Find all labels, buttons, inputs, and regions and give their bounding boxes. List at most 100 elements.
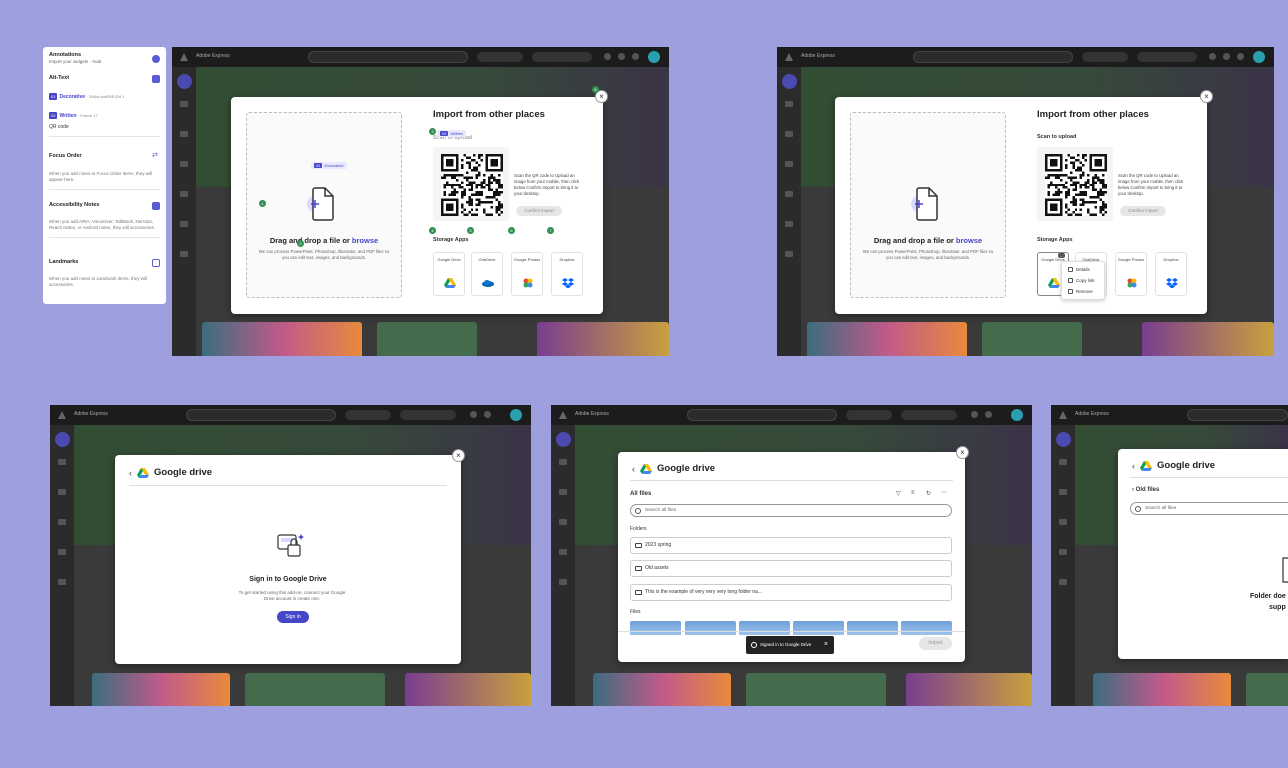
brands-icon[interactable]: [559, 519, 567, 525]
discover-icon[interactable]: [180, 251, 188, 257]
template-card[interactable]: [405, 673, 531, 706]
notes-icon[interactable]: [152, 202, 160, 210]
template-card[interactable]: [377, 322, 477, 356]
template-card[interactable]: [906, 673, 1032, 706]
search-input[interactable]: [687, 409, 837, 421]
template-card[interactable]: [537, 322, 669, 356]
learn-icon[interactable]: [58, 579, 66, 585]
top-button[interactable]: [477, 52, 523, 62]
template-card[interactable]: [1142, 322, 1274, 356]
back-icon[interactable]: ‹: [632, 464, 635, 474]
file-thumbnail[interactable]: [901, 621, 952, 635]
image-icon[interactable]: [152, 75, 160, 83]
back-icon[interactable]: ‹: [1132, 461, 1135, 471]
top-button[interactable]: [1137, 52, 1197, 62]
google-photos-tile[interactable]: Google Photos: [511, 252, 543, 296]
templates-icon[interactable]: [1059, 549, 1067, 555]
template-card[interactable]: [202, 322, 362, 356]
create-button[interactable]: [556, 432, 571, 447]
top-button[interactable]: [345, 410, 391, 420]
dropbox-tile[interactable]: Dropbox: [1155, 252, 1187, 296]
projects-icon[interactable]: [559, 489, 567, 495]
menu-item-details[interactable]: Details: [1062, 264, 1104, 275]
templates-icon[interactable]: [785, 191, 793, 197]
home-icon[interactable]: [58, 459, 66, 465]
avatar[interactable]: [510, 409, 522, 421]
file-thumbnail[interactable]: [630, 621, 681, 635]
learn-icon[interactable]: [785, 221, 793, 227]
brands-icon[interactable]: [180, 161, 188, 167]
templates-icon[interactable]: [559, 549, 567, 555]
top-button[interactable]: [901, 410, 957, 420]
template-card[interactable]: [593, 673, 731, 706]
back-icon[interactable]: ‹: [129, 468, 132, 478]
toast-close-icon[interactable]: ×: [824, 636, 828, 654]
bell-icon[interactable]: [1237, 53, 1244, 60]
home-icon[interactable]: [180, 101, 188, 107]
search-input[interactable]: [308, 51, 468, 63]
create-button[interactable]: [55, 432, 70, 447]
bell-icon[interactable]: [985, 411, 992, 418]
close-button[interactable]: ×: [452, 449, 465, 462]
create-button[interactable]: [1056, 432, 1071, 447]
confirm-import-button[interactable]: Confirm import: [516, 206, 562, 216]
template-card[interactable]: [807, 322, 967, 356]
home-icon[interactable]: [785, 101, 793, 107]
filter-icon[interactable]: ▽: [896, 490, 901, 497]
create-button[interactable]: [177, 74, 192, 89]
onedrive-tile[interactable]: OneDrive: [471, 252, 503, 296]
file-thumbnail[interactable]: [739, 621, 790, 635]
search-input[interactable]: [186, 409, 336, 421]
projects-icon[interactable]: [58, 489, 66, 495]
google-photos-tile[interactable]: Google Photos: [1115, 252, 1147, 296]
file-thumbnail[interactable]: [685, 621, 736, 635]
bell-icon[interactable]: [484, 411, 491, 418]
brands-icon[interactable]: [1059, 519, 1067, 525]
google-drive-tile[interactable]: Google Drive: [433, 252, 465, 296]
search-input[interactable]: Search all files: [630, 504, 952, 517]
apps-icon[interactable]: [1209, 53, 1216, 60]
more-badge[interactable]: ...: [1058, 253, 1066, 258]
focus-order-icon[interactable]: ⇄: [152, 151, 160, 159]
template-card[interactable]: [746, 673, 886, 706]
alt-text-row-1[interactable]: 01 Decorative · Stt&w;AotEBR;Dtt 1: [49, 93, 160, 100]
learn-icon[interactable]: [559, 579, 567, 585]
brands-icon[interactable]: [785, 161, 793, 167]
template-card[interactable]: [1246, 673, 1288, 706]
projects-icon[interactable]: [1059, 489, 1067, 495]
learn-icon[interactable]: [1059, 579, 1067, 585]
search-input[interactable]: Search all files: [1130, 502, 1288, 515]
folder-item[interactable]: 2023 spring: [630, 537, 952, 554]
template-card[interactable]: [92, 673, 230, 706]
projects-icon[interactable]: [180, 131, 188, 137]
bell-icon[interactable]: [632, 53, 639, 60]
annotations-icon[interactable]: [152, 55, 160, 63]
sort-icon[interactable]: ≡: [911, 490, 915, 496]
search-input[interactable]: [913, 51, 1073, 63]
search-input[interactable]: [1187, 409, 1288, 421]
templates-icon[interactable]: [58, 549, 66, 555]
avatar[interactable]: [1011, 409, 1023, 421]
top-button[interactable]: [400, 410, 456, 420]
confirm-import-button[interactable]: Confirm import: [1120, 206, 1166, 216]
brands-icon[interactable]: [58, 519, 66, 525]
refresh-icon[interactable]: ↻: [926, 490, 931, 497]
drop-zone[interactable]: Drag and drop a file or browse We can pr…: [246, 112, 402, 298]
avatar[interactable]: [648, 51, 660, 63]
home-icon[interactable]: [1059, 459, 1067, 465]
more-icon[interactable]: ⋯: [941, 489, 947, 496]
file-thumbnail[interactable]: [847, 621, 898, 635]
menu-item-copy-link[interactable]: Copy link: [1062, 275, 1104, 286]
browse-link[interactable]: browse: [956, 236, 982, 245]
templates-icon[interactable]: [180, 191, 188, 197]
file-thumbnail[interactable]: [793, 621, 844, 635]
help-icon[interactable]: [1223, 53, 1230, 60]
folder-item[interactable]: Old assets: [630, 560, 952, 577]
alt-text-row-2[interactable]: 02 Written · Frame 17: [49, 112, 160, 119]
drop-zone[interactable]: Drag and drop a file or browse We can pr…: [850, 112, 1006, 298]
top-button[interactable]: [846, 410, 892, 420]
create-button[interactable]: [782, 74, 797, 89]
template-card[interactable]: [982, 322, 1082, 356]
landmarks-icon[interactable]: [152, 259, 160, 267]
close-button[interactable]: ×: [956, 446, 969, 459]
